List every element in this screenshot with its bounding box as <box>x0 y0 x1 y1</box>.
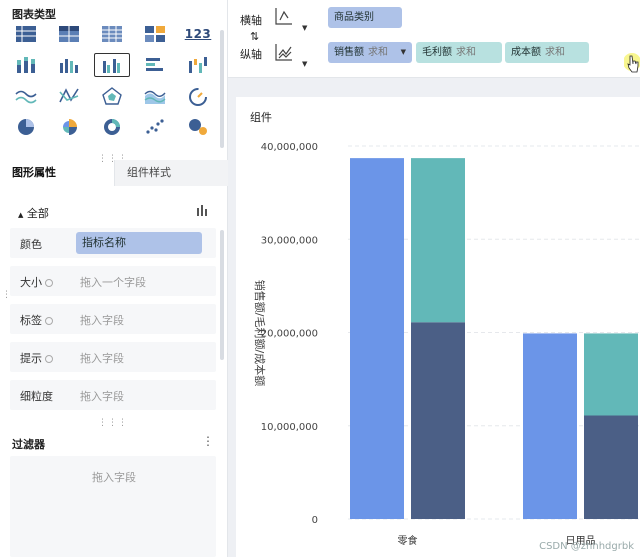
all-group-toggle[interactable]: ▲ 全部 <box>18 205 49 221</box>
swap-axis-icon[interactable]: ⇅ <box>250 30 259 43</box>
card-grid-icon[interactable] <box>137 22 173 46</box>
y-axis-label: 纵轴 <box>240 48 262 61</box>
stacked-column-icon[interactable] <box>8 53 44 77</box>
table-icon[interactable] <box>8 22 44 46</box>
pie-chart-icon[interactable] <box>8 115 44 139</box>
column-mini-icon[interactable] <box>196 204 210 216</box>
grouped-column-icon[interactable] <box>94 53 130 77</box>
x-axis-caret-icon[interactable]: ▼ <box>302 24 307 32</box>
bar <box>584 333 638 416</box>
y-axis-measure-icon[interactable] <box>274 42 294 62</box>
bar <box>523 333 577 519</box>
resize-handle-icon[interactable]: ⋮⋮⋮ <box>98 418 128 428</box>
triangle-down-icon: ▲ <box>18 211 24 219</box>
property-label: 颜色 <box>20 236 42 252</box>
aggregation-label: 求和 <box>368 47 388 58</box>
bar <box>411 158 465 323</box>
x-tick-label: 零食 <box>398 534 418 547</box>
property-row[interactable]: 颜色 指标名称 <box>10 228 216 258</box>
property-field-pill[interactable]: 指标名称 <box>76 232 202 254</box>
property-row[interactable]: 细粒度 拖入字段 <box>10 380 216 410</box>
scatter-icon[interactable] <box>137 115 173 139</box>
property-label: 提示 <box>20 350 53 366</box>
y-axis-field-pill[interactable]: 毛利额 求和 <box>416 42 502 63</box>
bar <box>411 322 465 519</box>
y-axis-caret-icon[interactable]: ▼ <box>302 60 307 68</box>
watermark: CSDN @zhhhdgrbk <box>539 541 634 552</box>
chart-type-grid: 123 <box>8 22 220 139</box>
y-tick-label: 10,000,000 <box>261 422 318 433</box>
detail-table-icon[interactable] <box>94 22 130 46</box>
gear-icon[interactable] <box>45 317 53 325</box>
bar <box>584 415 638 519</box>
bar <box>350 158 404 519</box>
y-tick-label: 30,000,000 <box>261 235 318 246</box>
tab-component-style[interactable]: 组件样式 <box>114 160 228 186</box>
chart-types-title: 图表类型 <box>12 8 56 21</box>
property-label-text: 细粒度 <box>20 390 53 403</box>
area-chart-icon[interactable] <box>137 84 173 108</box>
bubble-icon[interactable] <box>180 115 216 139</box>
properties-scrollbar[interactable] <box>220 230 224 360</box>
filter-title: 过滤器 <box>12 438 45 451</box>
panel-drag-icon[interactable]: ⋮ <box>2 290 12 300</box>
pill-dropdown-icon[interactable]: ▼ <box>401 42 406 63</box>
hand-cursor-icon <box>624 53 640 73</box>
property-row[interactable]: 标签 拖入字段 <box>10 304 216 334</box>
x-axis-dimension-icon[interactable] <box>274 6 294 26</box>
property-tabs: 图形属性 组件样式 <box>0 160 228 186</box>
property-label-text: 提示 <box>20 352 42 365</box>
property-label-text: 标签 <box>20 314 42 327</box>
property-label: 大小 <box>20 274 53 290</box>
y-tick-label: 20,000,000 <box>261 329 318 340</box>
y-tick-label: 0 <box>312 515 318 526</box>
y-axis-label: 销售额/毛利额/成本额 <box>253 280 267 386</box>
property-drop-placeholder[interactable]: 拖入一个字段 <box>80 274 146 290</box>
gear-icon[interactable] <box>45 279 53 287</box>
property-drop-placeholder[interactable]: 拖入字段 <box>80 350 124 366</box>
property-drop-placeholder[interactable]: 拖入字段 <box>80 312 124 328</box>
tab-shape-properties[interactable]: 图形属性 <box>12 160 56 186</box>
x-axis-field-pill[interactable]: 商品类别 <box>328 7 402 28</box>
filter-placeholder: 拖入字段 <box>92 471 136 484</box>
property-row[interactable]: 提示 拖入字段 <box>10 342 216 372</box>
field-name: 成本额 <box>511 47 541 58</box>
bar-chart: 0 10,000,000 20,000,000 30,000,000 40,000,00… <box>253 142 640 547</box>
field-name: 毛利额 <box>422 47 452 58</box>
property-drop-placeholder[interactable]: 拖入字段 <box>80 388 124 404</box>
gauge-icon[interactable] <box>180 84 216 108</box>
filter-drop-zone[interactable]: 拖入字段 <box>10 456 216 557</box>
property-label-text: 颜色 <box>20 238 42 251</box>
more-options-icon[interactable]: ⋮ <box>202 434 214 448</box>
property-row[interactable]: 大小 拖入一个字段 <box>10 266 216 296</box>
bar-chart-icon[interactable] <box>137 53 173 77</box>
donut-chart-icon[interactable] <box>94 115 130 139</box>
y-tick-label: 40,000,000 <box>261 142 318 153</box>
radar-icon[interactable] <box>94 84 130 108</box>
rose-chart-icon[interactable] <box>51 115 87 139</box>
gear-icon[interactable] <box>45 355 53 363</box>
kpi-number-label: 123 <box>184 27 212 41</box>
all-group-label: 全部 <box>26 207 49 220</box>
y-axis-field-pill[interactable]: 成本额 求和 <box>505 42 589 63</box>
column-chart-icon[interactable] <box>51 53 87 77</box>
aggregation-label: 求和 <box>456 47 476 58</box>
property-label: 细粒度 <box>20 388 53 404</box>
field-name: 销售额 <box>334 47 364 58</box>
line-chart-icon[interactable] <box>8 84 44 108</box>
aggregation-label: 求和 <box>545 47 565 58</box>
x-axis-label: 横轴 <box>240 14 262 27</box>
property-label-text: 大小 <box>20 276 42 289</box>
waterfall-icon[interactable] <box>180 53 216 77</box>
cross-table-icon[interactable] <box>51 22 87 46</box>
chart-types-scrollbar[interactable] <box>220 30 224 148</box>
axis-config-bar: 横轴 ▼ ⇅ 纵轴 ▼ 商品类别 销售额 求和 ▼ 毛利额 求和 成本额 求和 <box>228 0 640 78</box>
left-panel: 图表类型 123 ⋮⋮⋮ 图形属性 组件样式 ▲ 全部 颜色 指标名称大小 拖入一个… <box>0 0 228 557</box>
property-label: 标签 <box>20 312 53 328</box>
y-axis-field-pill[interactable]: 销售额 求和 ▼ <box>328 42 412 63</box>
kpi-number-icon[interactable]: 123 <box>180 22 216 46</box>
chart-component: 组件 0 10,000,000 20,000,000 30,000,000 40,000… <box>236 97 640 557</box>
combo-line-icon[interactable] <box>51 84 87 108</box>
